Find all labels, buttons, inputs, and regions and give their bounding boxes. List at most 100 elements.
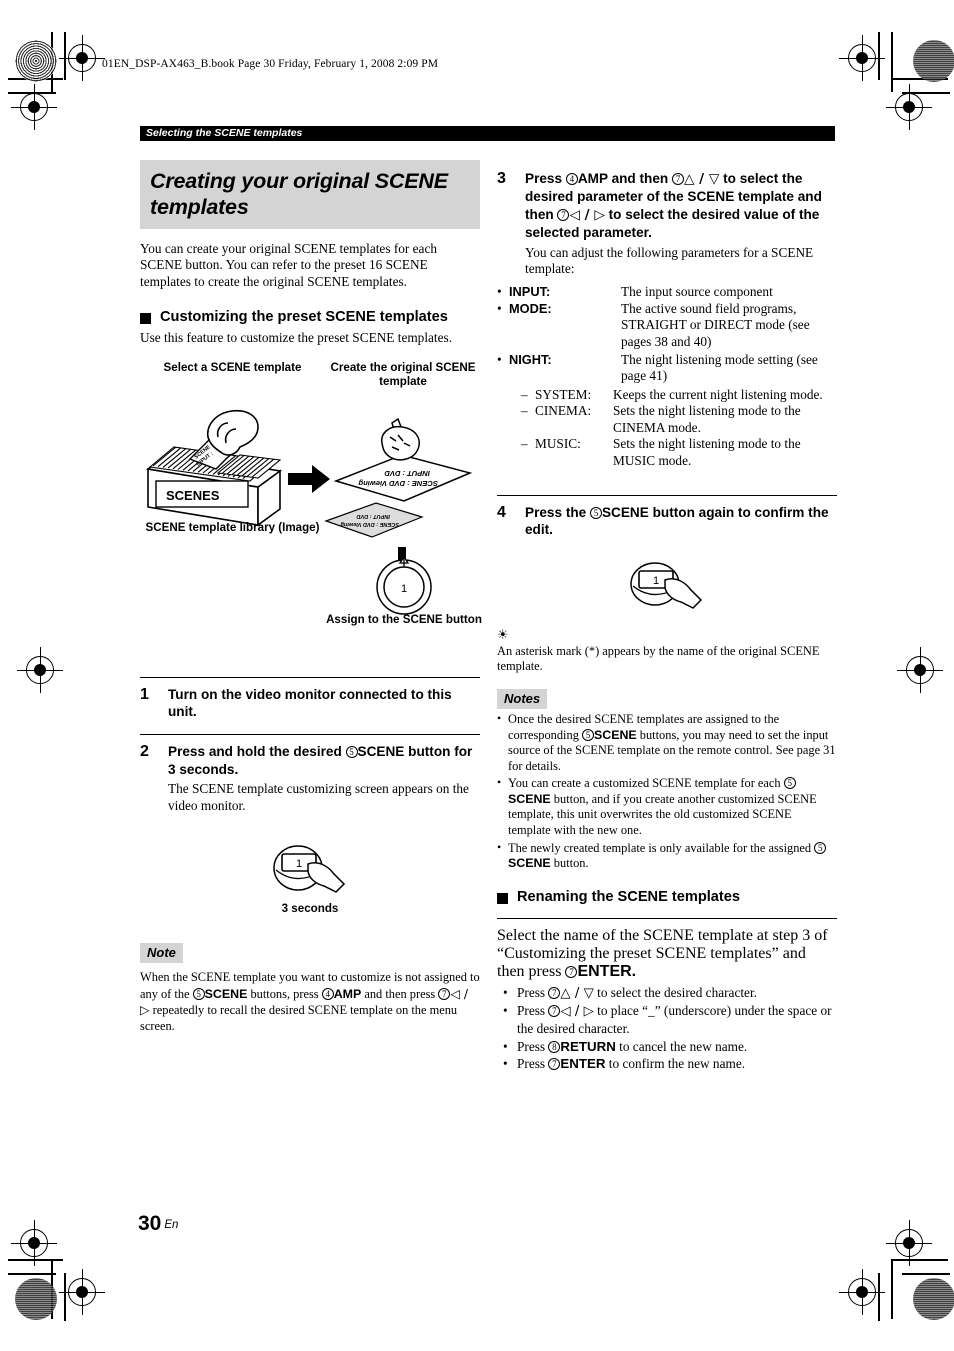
control-name: AMP xyxy=(333,986,362,1001)
square-bullet-icon xyxy=(140,313,151,325)
rename-divider xyxy=(497,917,837,919)
figure-label-create: Create the original SCENE template xyxy=(330,360,476,388)
circled-number-icon: 5 xyxy=(589,506,602,519)
parameter-row: • NIGHT: The night listening mode settin… xyxy=(497,352,837,385)
circled-number-icon: 4 xyxy=(565,173,578,185)
circled-number-icon: 4 xyxy=(321,987,334,1000)
figure-created-card-line2: INPUT : DVD xyxy=(384,469,430,478)
svg-text:1: 1 xyxy=(296,858,302,870)
parameter-term: INPUT: xyxy=(509,284,551,300)
circled-number-icon: 7 xyxy=(548,1005,561,1018)
step-3-number: 3 xyxy=(497,170,506,187)
file-header-line: 01EN_DSP-AX463_B.book Page 30 Friday, Fe… xyxy=(102,58,439,70)
cursor-arrow-glyph: ◁ / ▷ xyxy=(560,1004,594,1020)
rename-bullets: Press 7△ / ▽ to select the desired chara… xyxy=(497,985,837,1073)
night-subitem-term: MUSIC: xyxy=(535,436,581,452)
parameter-term: MODE: xyxy=(509,300,552,316)
control-name: RETURN xyxy=(560,1038,616,1054)
night-subitem: – MUSIC: Sets the night listening mode t… xyxy=(521,436,837,469)
circled-number-icon: 7 xyxy=(438,987,451,1000)
page-language: En xyxy=(164,1219,179,1231)
note-item: Once the desired SCENE templates are ass… xyxy=(497,711,837,774)
circled-number-icon: 5 xyxy=(345,746,358,759)
cursor-arrow-glyph: ◁ / ▷ xyxy=(569,206,605,223)
circled-number-icon: 8 xyxy=(548,1040,561,1053)
note-item: You can create a customized SCENE templa… xyxy=(497,775,837,838)
parameter-desc: The night listening mode setting (see pa… xyxy=(621,352,818,384)
scene-button-digit: 1 xyxy=(401,583,407,595)
svg-text:1: 1 xyxy=(653,575,659,587)
night-subitem-desc: Sets the night listening mode to the CIN… xyxy=(613,403,801,435)
control-name: SCENE xyxy=(508,791,551,806)
press-hold-button-illustration: 1 xyxy=(273,845,346,893)
dash-icon: – xyxy=(521,403,528,419)
figure-box-label: SCENES xyxy=(166,488,220,503)
step-4-number: 4 xyxy=(497,503,506,521)
bullet-icon: • xyxy=(497,284,502,300)
parameter-desc: The active sound field programs, STRAIGH… xyxy=(621,300,810,349)
note-item: The newly created template is only avail… xyxy=(497,840,837,872)
press-button-illustration: 1 xyxy=(630,561,703,609)
cursor-arrow-glyph: ◁ / ▷ xyxy=(140,985,469,1018)
parameter-term: NIGHT: xyxy=(509,352,552,368)
circled-number-icon: 5 xyxy=(192,987,205,1000)
step-3-title: Press 4 AMP and then 7 △ / ▽ to select the… xyxy=(525,171,822,241)
right-column: 3 Press 4 AMP and then 7 △ / ▽ to select t… xyxy=(497,160,837,1073)
right-arrow-icon xyxy=(288,464,330,493)
page-footer: 30 En xyxy=(138,1212,178,1236)
svg-text:SCENE : DVD Viewing: SCENE : DVD Viewing xyxy=(340,521,399,527)
cursor-arrow-glyph: △ / ▽ xyxy=(560,985,594,1001)
night-subitem-desc: Keeps the current night listening mode. xyxy=(613,386,823,402)
rename-bullet: Press 7△ / ▽ to select the desired chara… xyxy=(497,985,837,1003)
control-name: AMP xyxy=(577,171,608,186)
note-label: Note xyxy=(140,943,183,964)
rename-bullet: Press 7◁ / ▷ to place “_” (underscore) u… xyxy=(497,1003,837,1037)
night-subitem-desc: Sets the night listening mode to the MUS… xyxy=(613,436,801,468)
circled-number-icon: 7 xyxy=(548,986,561,999)
step-1-title: Turn on the video monitor connected to t… xyxy=(168,686,452,720)
left-column: Creating your original SCENE templates Y… xyxy=(140,160,482,1034)
running-head: Selecting the SCENE templates xyxy=(140,126,835,141)
parameter-row: • INPUT: The input source component xyxy=(497,284,837,300)
dash-icon: – xyxy=(521,436,528,452)
step-3-body: You can adjust the following parameters … xyxy=(525,244,814,277)
cursor-arrow-glyph: △ / ▽ xyxy=(684,171,720,187)
circled-number-icon: 5 xyxy=(783,777,796,790)
subhead-renaming: Renaming the SCENE templates xyxy=(497,888,837,906)
circled-number-icon: 5 xyxy=(814,841,827,854)
figure-created-card-line1: SCENE : DVD Viewing xyxy=(358,479,438,488)
circled-number-icon: 7 xyxy=(565,965,578,978)
step-4: 4 Press the 5 SCENE button again to confi… xyxy=(497,494,837,539)
square-bullet-icon xyxy=(497,892,508,904)
night-subitem: – SYSTEM: Keeps the current night listen… xyxy=(521,387,837,403)
step-3: 3 Press 4 AMP and then 7 △ / ▽ to select t… xyxy=(497,160,837,277)
control-name: ENTER. xyxy=(577,962,637,980)
confirm-button-figure: 1 xyxy=(497,557,837,615)
workflow-figure: Select a SCENE template Create the origi… xyxy=(140,357,482,647)
figure-label-library: SCENE template library (Image) xyxy=(145,520,320,534)
scene-button-illustration: 1 xyxy=(376,555,432,615)
step-2-body: The SCENE template customizing screen ap… xyxy=(168,781,469,813)
control-name: SCENE xyxy=(601,504,649,520)
night-subitem: – CINEMA: Sets the night listening mode … xyxy=(521,403,837,436)
parameter-list: • INPUT: The input source component • MO… xyxy=(497,284,837,468)
parameter-desc: The input source component xyxy=(621,284,773,300)
step-2: 2 Press and hold the desired 5 SCENE butt… xyxy=(140,734,480,814)
subhead-renaming-label: Renaming the SCENE templates xyxy=(517,888,741,905)
circled-number-icon: 7 xyxy=(557,208,570,221)
svg-text:INPUT : DVD: INPUT : DVD xyxy=(356,513,390,519)
control-name: SCENE xyxy=(508,856,551,871)
notes-label: Notes xyxy=(497,688,548,709)
bullet-icon: • xyxy=(497,352,502,368)
step-4-title: Press the 5 SCENE button again to confirm… xyxy=(525,504,829,538)
three-seconds-label: 3 seconds xyxy=(281,902,339,916)
step-1: 1 Turn on the video monitor connected to… xyxy=(140,676,480,721)
circled-number-icon: 7 xyxy=(548,1058,561,1071)
three-seconds-figure: 1 3 seconds xyxy=(140,840,480,915)
parameter-row: • MODE: The active sound field programs,… xyxy=(497,301,837,350)
control-name: SCENE xyxy=(357,744,405,760)
note-body: When the SCENE template you want to cust… xyxy=(140,970,480,1033)
control-name: ENTER xyxy=(560,1056,606,1072)
bullet-icon: • xyxy=(497,300,502,316)
step-2-number: 2 xyxy=(140,743,149,761)
